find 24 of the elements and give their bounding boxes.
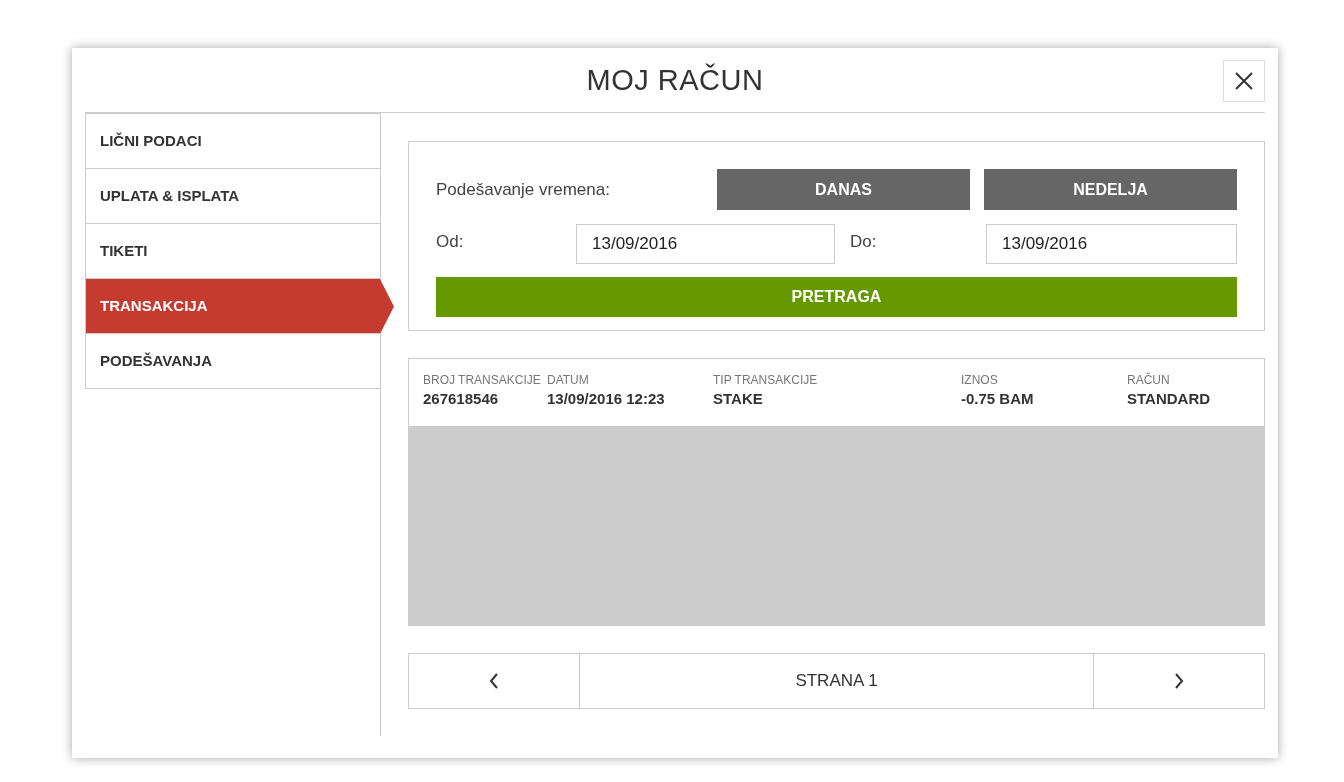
table-cell-text: 13/09/2016 12:23 (547, 390, 666, 407)
from-date-field[interactable]: 13/09/2016 (576, 224, 835, 264)
preset-button[interactable]: DANAS (717, 169, 970, 210)
chevron-left-icon (489, 673, 499, 689)
chevron-right-icon (1174, 673, 1184, 689)
to-label: Do: (849, 231, 878, 252)
page-label: STRANA 1 (794, 670, 879, 692)
time-label: Podešavanje vremena: (436, 179, 611, 200)
preset-button[interactable]: NEDELJA (984, 169, 1237, 210)
table-cell-text: 267618546 (423, 390, 500, 407)
sidebar-item[interactable]: TRANSAKCIJA (86, 279, 394, 334)
close-button[interactable] (1223, 60, 1265, 102)
column-header: DATUM (547, 373, 590, 387)
column-header: IZNOS (961, 373, 999, 387)
close-icon (1235, 72, 1253, 90)
dialog-title: MOJ RAČUN (586, 63, 764, 97)
from-label: Od: (436, 231, 465, 252)
to-date-field[interactable]: 13/09/2016 (986, 224, 1237, 264)
column-header: TIP TRANSAKCIJE (713, 373, 819, 387)
table-cell-text: -0.75 BAM (961, 390, 1035, 407)
table-cell-text: STANDARD (1127, 390, 1212, 407)
column-header: RAČUN (1127, 373, 1171, 387)
table-cell-text: STAKE (713, 390, 764, 407)
column-header: BROJ TRANSAKCIJE (423, 373, 542, 387)
